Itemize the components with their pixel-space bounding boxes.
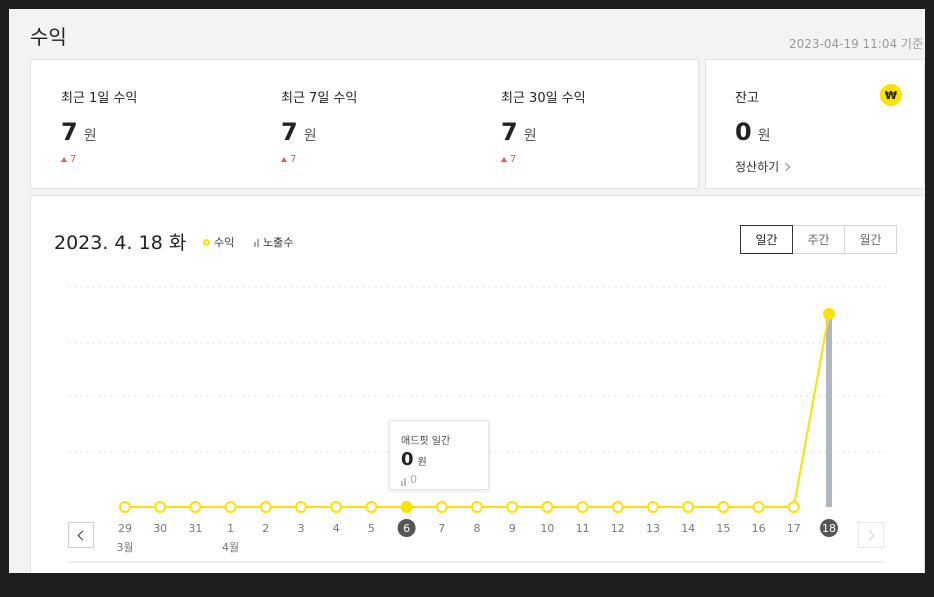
x-tick-label: 9: [509, 522, 516, 535]
stat-label: 최근 1일 수익: [61, 91, 138, 106]
stat-30-day: 최근 30일 수익 7 원 7: [501, 87, 586, 165]
stat-delta: 7: [501, 154, 586, 165]
revenue-point: [471, 501, 483, 513]
balance-value: 0: [735, 118, 752, 146]
revenue-point: [752, 501, 765, 513]
revenue-point: [611, 501, 624, 513]
x-tick-label: 31: [188, 522, 202, 535]
impressions-bar: [826, 314, 832, 507]
tooltip-title: 애드핏 일간: [401, 436, 451, 447]
tooltip-value: 0: [401, 449, 414, 470]
bar-chart-icon: [401, 477, 406, 486]
x-tick-label: 29: [118, 522, 132, 535]
revenue-point: [717, 501, 730, 513]
revenue-point: [189, 501, 202, 513]
stat-value: 7: [281, 118, 298, 146]
won-icon: ₩: [880, 84, 902, 106]
revenue-point: [295, 501, 307, 513]
revenue-point: [119, 501, 131, 513]
stat-value: 7: [501, 118, 518, 146]
tab-daily[interactable]: 일간: [740, 225, 793, 254]
chevron-right-icon: [864, 530, 875, 540]
balance-card: 잔고 0 원 정산하기 ₩: [705, 59, 925, 189]
stat-unit: 원: [83, 128, 97, 144]
x-tick-label: 8: [474, 522, 481, 535]
stat-7-day: 최근 7일 수익 7 원 7: [281, 87, 357, 165]
revenue-point: [154, 501, 167, 513]
revenue-point: [682, 501, 695, 513]
tooltip-impressions-value: 0: [410, 473, 417, 486]
up-triangle-icon: [61, 157, 67, 162]
tooltip-impressions: 0: [401, 473, 417, 486]
x-tick-label: 30: [153, 522, 167, 535]
x-tick-label: 13: [646, 522, 660, 535]
chevron-left-icon: [77, 530, 88, 540]
stat-1-day: 최근 1일 수익 7 원 7: [61, 87, 137, 165]
up-triangle-icon: [501, 157, 507, 162]
stat-unit: 원: [523, 128, 537, 144]
x-month-label: 4월: [222, 541, 239, 554]
stat-delta-value: 7: [70, 154, 77, 165]
stat-value: 7: [61, 118, 78, 146]
x-tick-label: 2: [262, 522, 269, 535]
revenue-point: [823, 308, 835, 320]
revenue-point: [576, 501, 589, 513]
x-tick-label: 15: [716, 522, 730, 535]
stat-delta: 7: [61, 154, 137, 165]
stat-delta-value: 7: [510, 154, 517, 165]
stat-delta-value: 7: [290, 154, 297, 165]
x-tick-label: 14: [681, 522, 695, 535]
chart-prev-button[interactable]: [68, 522, 94, 548]
x-tick-label: 5: [368, 522, 375, 535]
x-tick-label: 4: [333, 522, 340, 535]
revenue-summary-card: 최근 1일 수익 7 원 7 최근 7일 수익 7 원 7 최근 30일 수익: [30, 59, 699, 189]
stat-label: 최근 30일 수익: [501, 91, 586, 106]
chart-tooltip: 애드핏 일간 0 원 0: [389, 420, 489, 490]
revenue-page: 수익 2023-04-19 11:04 기준 최근 1일 수익 7 원 7 최근…: [9, 9, 925, 573]
x-tick-label: 17: [787, 522, 801, 535]
up-triangle-icon: [281, 157, 287, 162]
x-tick-label: 12: [611, 522, 625, 535]
balance-unit: 원: [757, 128, 771, 144]
revenue-point: [435, 501, 448, 513]
x-tick-label: 6: [403, 522, 410, 535]
last-updated-timestamp: 2023-04-19 11:04 기준: [788, 37, 923, 51]
balance-label: 잔고: [735, 91, 759, 106]
chart-next-button[interactable]: [858, 522, 884, 548]
revenue-point: [541, 501, 554, 513]
tooltip-unit: 원: [417, 457, 427, 468]
page-title: 수익: [30, 25, 67, 49]
balance-stat: 잔고 0 원 정산하기: [735, 87, 791, 175]
revenue-point: [365, 501, 378, 513]
revenue-point: [224, 501, 237, 513]
revenue-point: [259, 501, 272, 513]
chart-card: 2023. 4. 18 화 수익 노출수 일간 주간 월간 29 30 31 1 2 3 4…: [30, 195, 925, 573]
stat-delta: 7: [281, 154, 357, 165]
x-tick-label: 10: [540, 522, 554, 535]
revenue-point: [506, 501, 519, 513]
x-tick-label: 1: [227, 522, 234, 535]
x-tick-label: 3: [298, 522, 305, 535]
x-tick-label: 7: [438, 522, 445, 535]
x-tick-label: 11: [576, 522, 590, 535]
revenue-point: [330, 501, 343, 513]
settle-link[interactable]: 정산하기: [735, 158, 791, 175]
settle-label: 정산하기: [735, 160, 780, 174]
x-tick-label: 16: [752, 522, 766, 535]
x-tick-label: 18: [822, 522, 836, 535]
revenue-point: [647, 501, 659, 513]
stat-unit: 원: [303, 128, 317, 144]
revenue-point: [400, 501, 413, 513]
chevron-right-icon: [781, 162, 791, 171]
revenue-point: [787, 501, 800, 513]
x-month-label: 3월: [116, 541, 133, 554]
stat-label: 최근 7일 수익: [281, 91, 358, 106]
